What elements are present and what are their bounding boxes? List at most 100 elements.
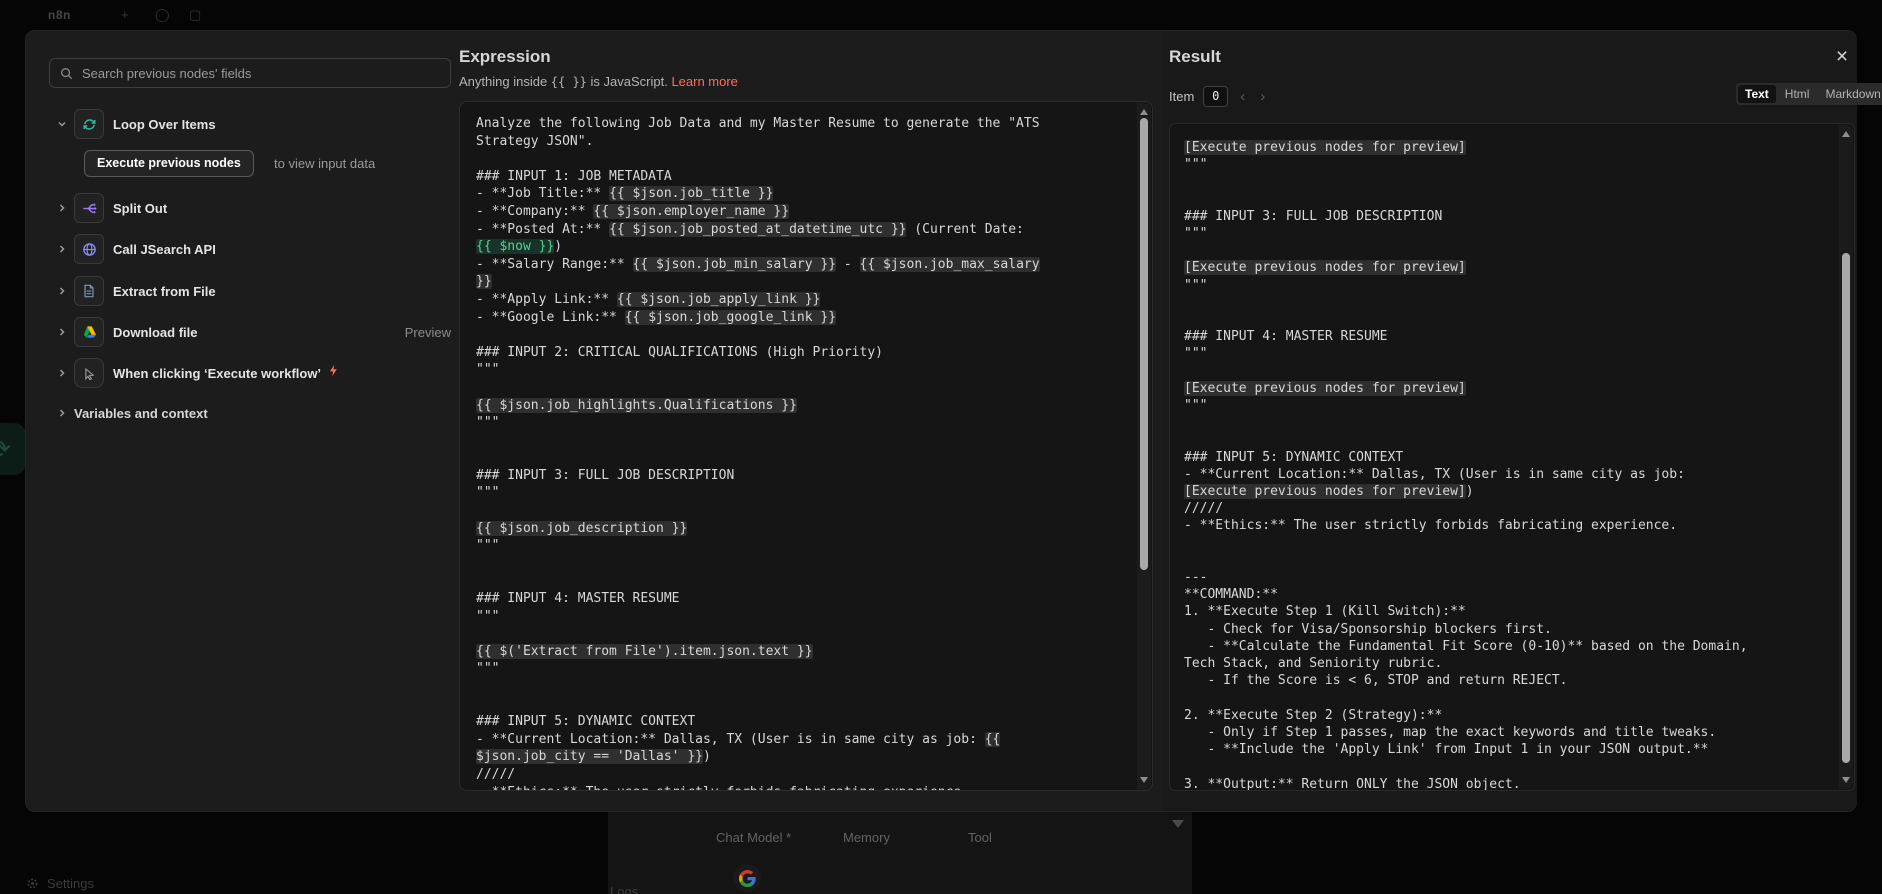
code-line: ///// [1184, 501, 1224, 517]
expression-editor[interactable]: Analyze the following Job Data and my Ma… [459, 101, 1153, 791]
chevron-down-icon[interactable] [57, 119, 67, 129]
sidebar-item-split-out[interactable]: Split Out [49, 193, 461, 223]
globe-icon [74, 234, 104, 264]
sidebar-item-download-file[interactable]: Download file Preview [49, 317, 461, 347]
code-line: [Execute previous nodes for preview] [1184, 380, 1466, 396]
logs-label[interactable]: Logs [610, 884, 638, 894]
scroll-down-icon[interactable] [1842, 777, 1850, 783]
scroll-down-caret [1172, 820, 1184, 828]
chevron-right-icon[interactable] [57, 244, 67, 254]
chevron-right-icon[interactable] [57, 286, 67, 296]
item-index-input[interactable]: 0 [1203, 85, 1229, 107]
code-line: ### INPUT 3: FULL JOB DESCRIPTION [1184, 208, 1443, 224]
code-line: """ [1184, 277, 1208, 293]
sidebar-item-manual-trigger[interactable]: When clicking ‘Execute workflow’ [49, 358, 461, 388]
learn-more-link[interactable]: Learn more [671, 74, 737, 89]
loop-icon: ⟳ [0, 434, 11, 464]
tab-markdown[interactable]: Markdown [1818, 85, 1882, 103]
app-canvas: n8n + ◯ ▢ ⟳ Chat Model * Memory Tool + +… [0, 0, 1882, 894]
search-icon [61, 67, 73, 79]
code-line: {{ $json.job_description }} [476, 520, 688, 536]
code-line: ### INPUT 5: DYNAMIC CONTEXT [476, 714, 696, 730]
code-line: ///// [476, 766, 516, 782]
code-line: [Execute previous nodes for preview]) [1184, 484, 1474, 500]
gear-icon [27, 878, 38, 889]
expression-scrollbar[interactable] [1137, 103, 1151, 789]
code-line: Tech Stack, and Seniority rubric. [1184, 656, 1443, 672]
bolt-icon [328, 364, 339, 382]
next-item-button[interactable]: › [1257, 88, 1268, 105]
chat-model-label: Chat Model * [716, 830, 792, 845]
preview-link[interactable]: Preview [405, 325, 451, 340]
code-line: """ [476, 608, 500, 624]
n8n-logo: n8n [48, 8, 71, 22]
code-line: - **Company:** {{ $json.employer_name }} [476, 203, 790, 219]
code-line: - **Include the 'Apply Link' from Input … [1184, 742, 1709, 758]
scroll-up-icon[interactable] [1842, 131, 1850, 137]
expression-editor-modal: Search previous nodes' fields Loop Over … [25, 30, 1882, 812]
node-label: Loop Over Items [113, 116, 216, 132]
google-logo-icon [738, 869, 756, 887]
code-line: """ [1184, 226, 1208, 242]
tab-html[interactable]: Html [1778, 85, 1817, 103]
code-line: - **Current Location:** Dallas, TX (User… [476, 731, 1001, 747]
code-line: {{ $now }}) [476, 239, 563, 255]
code-line: ### INPUT 3: FULL JOB DESCRIPTION [476, 467, 735, 483]
chevron-right-icon[interactable] [57, 408, 67, 418]
code-line: ### INPUT 4: MASTER RESUME [476, 591, 680, 607]
expression-code[interactable]: Analyze the following Job Data and my Ma… [476, 115, 1130, 790]
code-line: - **Apply Link:** {{ $json.job_apply_lin… [476, 291, 821, 307]
search-input[interactable]: Search previous nodes' fields [49, 58, 451, 88]
code-line: - **Calculate the Fundamental Fit Score … [1184, 638, 1748, 654]
code-line: Analyze the following Job Data and my Ma… [476, 116, 1040, 131]
scrollbar-thumb[interactable] [1140, 118, 1148, 570]
loop-icon [74, 109, 104, 139]
node-label: Call JSearch API [113, 241, 216, 257]
code-line: """ [476, 362, 500, 378]
chevron-right-icon[interactable] [57, 368, 67, 378]
code-line: $json.job_city == 'Dallas' }}) [476, 749, 711, 765]
expression-subtitle: Anything inside {{ }} is JavaScript. Lea… [459, 74, 738, 89]
split-out-icon [74, 193, 104, 223]
code-line: - Only if Step 1 passes, map the exact k… [1184, 724, 1717, 740]
sidebar-item-variables-and-context[interactable]: Variables and context [49, 399, 461, 427]
code-line: """ [476, 485, 500, 501]
sidebar-item-extract-from-file[interactable]: Extract from File [49, 276, 461, 306]
sidebar-item-call-jsearch-api[interactable]: Call JSearch API [49, 234, 461, 264]
code-line: 3. **Output:** Return ONLY the JSON obje… [1184, 776, 1521, 791]
result-scrollbar[interactable] [1839, 125, 1853, 789]
google-gemini-node-icon [733, 864, 761, 892]
tab-text[interactable]: Text [1738, 85, 1776, 103]
close-button[interactable]: × [1829, 45, 1855, 71]
scroll-up-icon[interactable] [1140, 109, 1148, 115]
code-line: **COMMAND:** [1184, 587, 1278, 603]
node-label: When clicking ‘Execute workflow’ [113, 365, 322, 381]
code-line: - If the Score is < 6, STOP and return R… [1184, 673, 1568, 689]
result-viewer[interactable]: [Execute previous nodes for preview] """ … [1169, 123, 1855, 791]
top-bar: n8n + ◯ ▢ [0, 0, 1882, 28]
execute-previous-nodes-button[interactable]: Execute previous nodes [84, 150, 254, 177]
chevron-right-icon[interactable] [57, 327, 67, 337]
result-title: Result [1169, 47, 1221, 66]
code-line: [Execute previous nodes for preview] [1184, 260, 1466, 276]
scrollbar-thumb[interactable] [1842, 253, 1850, 763]
settings-item[interactable]: Settings [26, 876, 94, 891]
chevron-right-icon[interactable] [57, 203, 67, 213]
prev-item-button[interactable]: ‹ [1237, 88, 1248, 105]
node-label: Split Out [113, 200, 168, 216]
sidebar-item-loop-over-items[interactable]: Loop Over Items [49, 109, 461, 139]
scroll-down-icon[interactable] [1140, 777, 1148, 783]
